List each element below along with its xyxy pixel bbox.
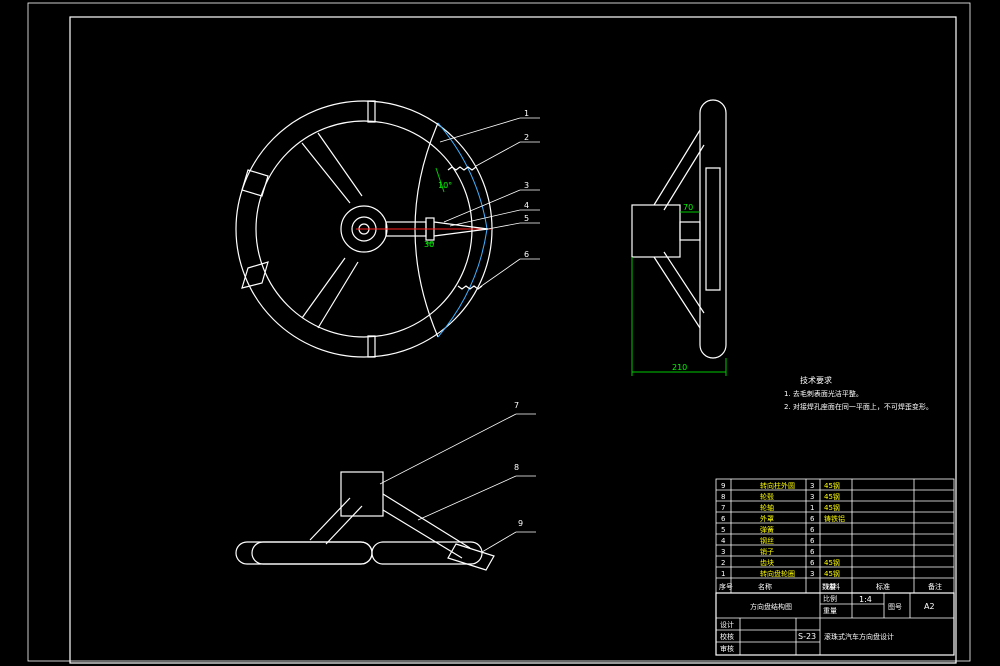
weight-label: 重量 (823, 607, 837, 615)
callout-1: 1 (524, 109, 529, 118)
leaders-bottom (379, 413, 536, 553)
bom-cell-name: 钢丝 (760, 536, 774, 545)
designer-label: 设计 (720, 620, 734, 629)
bom-cell-name: 销子 (760, 547, 774, 556)
approver-label: 审核 (720, 644, 734, 653)
callout-7: 7 (514, 401, 519, 410)
bom-header-no: 序号 (719, 582, 733, 591)
bom-cell-name: 轮轴 (760, 503, 774, 512)
notes-line-1: 1. 去毛刺表面光洁平整。 (784, 389, 863, 398)
bom-cell-no: 6 (721, 515, 726, 523)
bom-cell-qty: 1 (810, 504, 814, 512)
callout-6: 6 (524, 250, 529, 259)
bom-cell-qty: 3 (810, 570, 814, 578)
drawing-number: S-23 (798, 632, 816, 641)
bom-cell-qty: 6 (810, 559, 815, 567)
callout-2: 2 (524, 133, 529, 142)
bom-cell-material: 铸铁铝 (824, 514, 845, 523)
bom-cell-qty: 3 (810, 482, 814, 490)
bom-cell-material: 45钢 (824, 492, 840, 501)
bom-cell-name: 外罩 (760, 514, 774, 523)
callout-3: 3 (524, 181, 529, 190)
bottom-view (235, 471, 495, 571)
bom-header-remark: 备注 (928, 582, 942, 591)
scale-value: 1:4 (859, 595, 872, 604)
side-view (631, 99, 727, 376)
bom-header: 序号 名称 数量 材料 标准 备注 (719, 582, 942, 591)
bom-cell-material: 45钢 (824, 558, 840, 567)
dim-side-hub: 70 (683, 203, 693, 212)
bom-rows: 9 转向柱外圆 3 45钢 8 轮毂 3 45钢 7 轮轴 1 45钢 6 外罩 6 铸铁铝 5 弹簧 6 4 钢丝 6 3… (721, 481, 845, 578)
callout-9: 9 (518, 519, 523, 528)
bom-cell-no: 5 (721, 526, 725, 534)
bom-cell-no: 1 (721, 570, 725, 578)
callout-5: 5 (524, 214, 529, 223)
bom-cell-no: 2 (721, 559, 725, 567)
dim-front-width: 30 (424, 240, 434, 249)
bom-cell-no: 3 (721, 548, 725, 556)
cad-drawing-sheet: 10° 30 1 2 3 4 5 6 70 210 技术要求 1. 去毛刺表面光… (27, 2, 971, 664)
bom-cell-qty: 6 (810, 548, 815, 556)
bom-header-material: 材料 (826, 582, 840, 591)
bom-cell-name: 转向柱外圆 (760, 481, 795, 490)
bom-cell-no: 9 (721, 482, 725, 490)
bom-cell-name: 轮毂 (760, 492, 774, 501)
sheet-label: 图号 (888, 603, 902, 611)
notes-line-2: 2. 对接焊孔座面在同一平面上，不可焊歪变形。 (784, 402, 933, 411)
bom-cell-name: 弹簧 (760, 525, 774, 534)
drawing-name: 方向盘结构图 (750, 602, 792, 611)
bom-cell-material: 45钢 (824, 569, 840, 578)
bom-cell-no: 7 (721, 504, 725, 512)
bom-cell-no: 8 (721, 493, 725, 501)
bom-header-standard: 标准 (876, 582, 890, 591)
dim-side-overall: 210 (672, 363, 687, 372)
bom-cell-no: 4 (721, 537, 726, 545)
bom-cell-qty: 6 (810, 526, 815, 534)
sheet-value: A2 (924, 602, 935, 611)
dim-angle: 10° (438, 181, 452, 190)
scale-label: 比例 (823, 594, 837, 603)
notes-heading: 技术要求 (800, 375, 832, 385)
project-title: 滚珠式汽车方向盘设计 (824, 632, 894, 641)
bom-cell-qty: 3 (810, 493, 814, 501)
bom-cell-qty: 6 (810, 537, 815, 545)
bom-header-name: 名称 (758, 582, 772, 591)
bom-cell-qty: 6 (810, 515, 815, 523)
bom-cell-material: 45钢 (824, 481, 840, 490)
bom-cell-material: 45钢 (824, 503, 840, 512)
callout-4: 4 (524, 201, 529, 210)
front-view (235, 100, 493, 358)
bom-cell-name: 转向盘轮圈 (760, 569, 795, 578)
callout-8: 8 (514, 463, 519, 472)
checker-label: 校核 (720, 632, 734, 641)
bom-cell-name: 齿块 (760, 558, 774, 567)
